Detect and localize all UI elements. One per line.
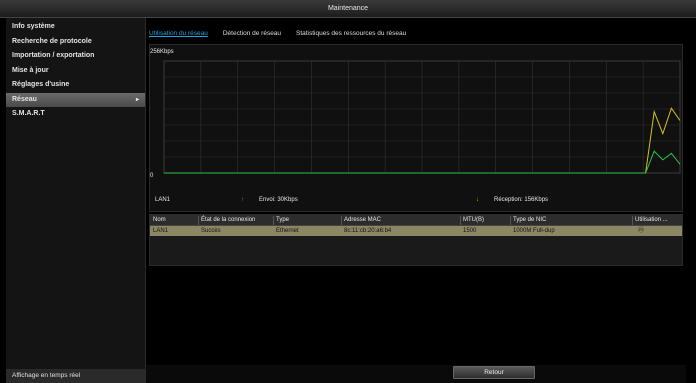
chevron-right-icon: ▸ [135, 96, 139, 103]
live-view-button[interactable]: Affichage en temps réel [6, 369, 146, 383]
upload-arrow-icon: ↑ [241, 197, 244, 203]
sidebar-item-recherche-protocole[interactable]: Recherche de protocole [6, 35, 145, 50]
usage-icon[interactable]: ⓜ [638, 226, 644, 236]
back-button[interactable]: Retour [453, 366, 535, 379]
tab-bar: Utilisation du réseau Détection de résea… [146, 30, 416, 40]
tab-network-usage[interactable]: Utilisation du réseau [149, 30, 208, 37]
tab-network-resource-stats[interactable]: Statistiques des ressources du réseau [296, 30, 406, 37]
cell-connection-state: Succès [201, 228, 221, 234]
network-usage-chart: 256Kbps 0 [149, 44, 683, 212]
column-header-nic-type: Type de NIC [513, 217, 547, 223]
table-row[interactable]: LAN1 Succès Ethernet 8c:11:cb:20:a6:b4 1… [150, 226, 682, 236]
main-panel: Utilisation du réseau Détection de résea… [146, 18, 686, 383]
column-header-connection-state: État de la connexion [201, 217, 256, 223]
cell-type: Ethernet [276, 228, 299, 234]
sidebar-item-import-export[interactable]: Importation / exportation [6, 49, 145, 64]
column-header-type: Type [276, 217, 290, 223]
send-rate-label: Envoi: 30Kbps [259, 197, 298, 203]
download-arrow-icon: ↓ [476, 197, 479, 203]
receive-rate-label: Réception: 156Kbps [494, 197, 549, 203]
footer-bar [146, 365, 686, 383]
sidebar-item-label: Réseau [12, 95, 37, 103]
sidebar-item-info-systeme[interactable]: Info système [6, 20, 145, 35]
window-title: Maintenance [0, 0, 696, 18]
column-header-name: Nom [153, 217, 166, 223]
y-axis-min-label: 0 [150, 173, 154, 179]
cell-mtu: 1500 [463, 228, 477, 234]
cell-nic-type: 1000M Full-dup [513, 228, 555, 234]
column-header-mtu: MTU(B) [463, 217, 484, 223]
column-header-mac-address: Adresse MAC [344, 217, 382, 223]
sidebar-item-reglages-usine[interactable]: Réglages d'usine [6, 78, 145, 93]
chart-canvas: 256Kbps 0 [150, 49, 681, 179]
sidebar-item-mise-a-jour[interactable]: Mise à jour [6, 64, 145, 79]
sidebar: Info système Recherche de protocole Impo… [6, 18, 146, 383]
sidebar-item-reseau[interactable]: Réseau ▸ [6, 92, 145, 107]
table-header: Nom État de la connexion Type Adresse MA… [150, 215, 682, 226]
sidebar-item-smart[interactable]: S.M.A.R.T [6, 107, 145, 122]
cell-name: LAN1 [153, 228, 169, 234]
interface-label: LAN1 [155, 197, 171, 203]
network-interface-table: Nom État de la connexion Type Adresse MA… [149, 214, 683, 266]
tab-network-detection[interactable]: Détection de réseau [223, 30, 281, 37]
cell-mac-address: 8c:11:cb:20:a6:b4 [344, 228, 392, 234]
chart-legend: LAN1 ↑ Envoi: 30Kbps ↓ Réception: 156Kbp… [149, 194, 683, 206]
column-header-usage: Utilisation ... [635, 217, 668, 223]
y-axis-max-label: 256Kbps [150, 49, 174, 55]
